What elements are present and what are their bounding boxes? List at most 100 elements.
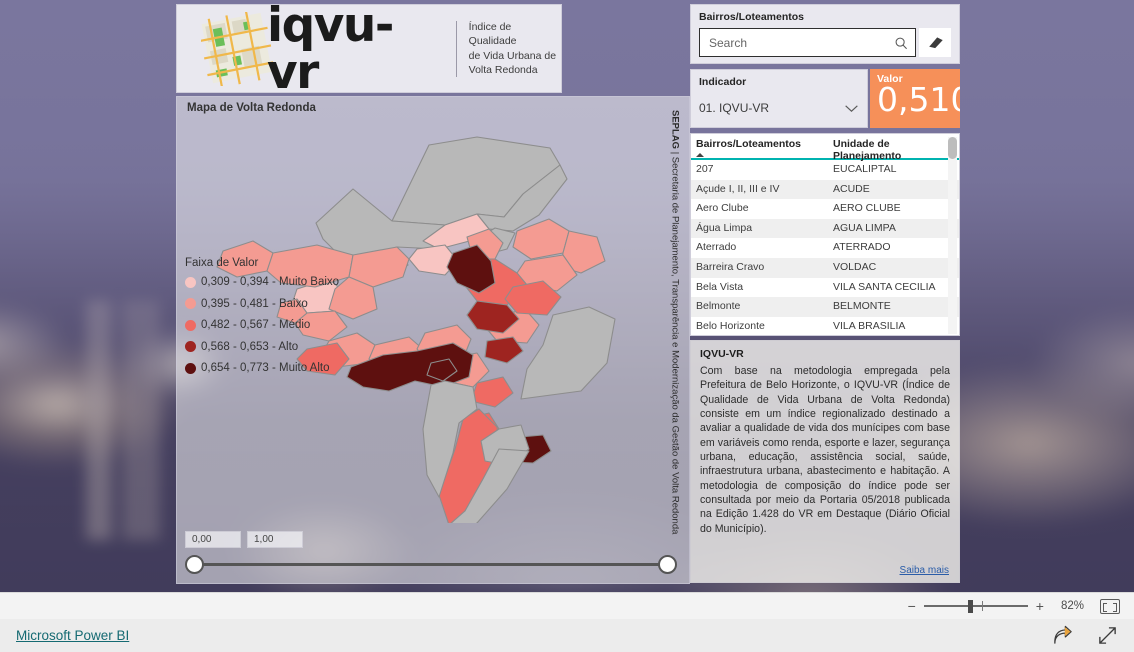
legend-swatch-alto [185, 341, 196, 352]
table-row[interactable]: Belo Horizonte VILA BRASILIA [691, 317, 959, 335]
legend-item[interactable]: 0,654 - 0,773 - Muito Alto [185, 362, 339, 374]
cell-bairro: Bela Vista [696, 280, 744, 293]
legend-swatch-muito-alto [185, 362, 196, 374]
value-range-slider[interactable]: 0,00 1,00 [185, 531, 677, 575]
legend-item[interactable]: 0,482 - 0,567 - Médio [185, 319, 339, 331]
table-body[interactable]: 207 EUCALIPTAL Açude I, II, III e IV ACU… [691, 160, 959, 335]
description-body: Com base na metodologia empregada pela P… [700, 365, 950, 535]
valor-card-value: 0,510 [877, 80, 960, 119]
valor-kpi-card: Valor 0,510 [870, 69, 960, 128]
cell-bairro: Barreira Cravo [696, 260, 765, 273]
search-slicer-title: Bairros/Loteamentos [699, 11, 805, 23]
table-row[interactable]: Aterrado ATERRADO [691, 238, 959, 258]
seplag-acronym: SEPLAG [669, 110, 681, 150]
table-row[interactable]: Água Limpa AGUA LIMPA [691, 218, 959, 239]
cell-bairro: Belo Horizonte [696, 319, 765, 332]
cell-unidade: BELMONTE [833, 300, 891, 313]
map-legend: Faixa de Valor 0,309 - 0,394 - Muito Bai… [185, 257, 339, 384]
cell-unidade: VOLDAC [833, 260, 877, 273]
saiba-mais-link[interactable]: Saiba mais [900, 565, 949, 576]
table-row[interactable]: Aero Clube AERO CLUBE [691, 199, 959, 219]
seplag-text: | Secretaria de Planejamento, Transparên… [669, 149, 681, 535]
report-canvas: iqvu-vr Índice de Qualidade de Vida Urba… [0, 0, 1134, 592]
logo-subtitle: Índice de Qualidade de Vida Urbana de Vo… [468, 20, 557, 76]
search-input[interactable] [707, 34, 894, 51]
seplag-vertical-credit: SEPLAG | Secretaria de Planejamento, Tra… [663, 110, 687, 580]
map-visual[interactable]: Mapa de Volta Redonda Faixa de Valor 0,3… [176, 96, 690, 584]
eraser-icon [928, 37, 943, 49]
description-title: IQVU-VR [700, 348, 744, 360]
legend-title: Faixa de Valor [185, 257, 259, 269]
table-row[interactable]: Barreira Cravo VOLDAC [691, 257, 959, 278]
city-map-logo-icon [201, 11, 273, 86]
table-scrollbar[interactable] [948, 137, 957, 334]
search-box[interactable] [699, 28, 916, 57]
table-column-header-unidade[interactable]: Unidade de Planejamento [828, 134, 946, 162]
zoom-bar: − + 82% [0, 592, 1134, 619]
legend-label: 0,309 - 0,394 - Muito Baixo [201, 276, 340, 288]
cell-unidade: AGUA LIMPA [833, 221, 896, 234]
share-icon[interactable] [1052, 625, 1073, 646]
indicator-slicer: Indicador 01. IQVU-VR [690, 69, 868, 128]
legend-label: 0,395 - 0,481 - Baixo [201, 297, 308, 310]
slider-value-boxes: 0,00 1,00 [185, 531, 677, 548]
slider-track[interactable] [185, 555, 677, 575]
table-row[interactable]: 207 EUCALIPTAL [691, 160, 959, 180]
table-row[interactable]: Bela Vista VILA SANTA CECILIA [691, 278, 959, 298]
indicator-dropdown[interactable]: 01. IQVU-VR [699, 96, 859, 120]
zoom-percent-label: 82% [1060, 600, 1084, 612]
map-title: Mapa de Volta Redonda [187, 102, 316, 114]
cell-unidade: AERO CLUBE [833, 202, 901, 215]
legend-swatch-muito-baixo [185, 276, 196, 288]
cell-unidade: ACUDE [833, 182, 870, 195]
microsoft-power-bi-link[interactable]: Microsoft Power BI [16, 628, 129, 643]
logo-divider [455, 20, 457, 77]
legend-swatch-medio [185, 319, 196, 331]
fit-to-page-icon[interactable] [1100, 598, 1120, 614]
cell-bairro: Açude I, II, III e IV [696, 182, 780, 195]
legend-label: 0,568 - 0,653 - Alto [201, 340, 299, 353]
clear-selection-button[interactable] [919, 28, 951, 57]
cell-unidade: VILA BRASILIA [833, 319, 906, 332]
legend-item[interactable]: 0,568 - 0,653 - Alto [185, 341, 339, 353]
cell-bairro: Aero Clube [696, 202, 749, 215]
zoom-in-button[interactable]: + [1031, 598, 1049, 614]
neighborhoods-table[interactable]: Bairros/Loteamentos Unidade de Planejame… [690, 133, 960, 336]
legend-item[interactable]: 0,395 - 0,481 - Baixo [185, 298, 339, 310]
table-scrollbar-thumb[interactable] [948, 137, 957, 159]
table-row[interactable]: Belmonte BELMONTE [691, 297, 959, 317]
zoom-slider[interactable] [923, 599, 1028, 613]
power-bi-report-page: iqvu-vr Índice de Qualidade de Vida Urba… [0, 0, 1134, 652]
legend-label: 0,482 - 0,567 - Médio [201, 319, 311, 331]
chevron-down-icon[interactable] [844, 104, 859, 113]
cell-unidade: VILA SANTA CECILIA [833, 280, 936, 293]
legend-item[interactable]: 0,309 - 0,394 - Muito Baixo [185, 276, 339, 288]
search-row [699, 28, 951, 57]
zoom-slider-tick [981, 601, 983, 611]
zoom-out-button[interactable]: − [903, 598, 921, 614]
table-column-header-bairros[interactable]: Bairros/Loteamentos [691, 134, 828, 158]
magnifier-icon[interactable] [894, 36, 908, 50]
cell-unidade: EUCALIPTAL [833, 163, 897, 175]
slider-min-value[interactable]: 0,00 [185, 531, 241, 548]
zoom-slider-line [923, 605, 1028, 607]
footer-actions [1052, 625, 1118, 646]
sort-ascending-icon [696, 153, 704, 157]
cell-bairro: Água Limpa [696, 221, 753, 234]
zoom-slider-thumb[interactable] [967, 600, 973, 613]
slider-max-value[interactable]: 1,00 [247, 531, 303, 548]
cell-bairro: Aterrado [696, 241, 737, 254]
neighborhood-search-slicer: Bairros/Loteamentos [690, 4, 960, 64]
indicator-selected-value: 01. IQVU-VR [699, 101, 770, 115]
indicator-slicer-title: Indicador [699, 76, 747, 88]
fullscreen-icon[interactable] [1097, 625, 1118, 646]
description-card: IQVU-VR Com base na metodologia empregad… [690, 340, 960, 583]
legend-label: 0,654 - 0,773 - Muito Alto [201, 362, 330, 374]
logo-wordmark: iqvu-vr [267, 0, 394, 100]
logo-banner: iqvu-vr Índice de Qualidade de Vida Urba… [176, 0, 562, 100]
cell-bairro: 207 [696, 163, 714, 175]
table-row[interactable]: Açude I, II, III e IV ACUDE [691, 179, 959, 200]
table-header-row: Bairros/Loteamentos Unidade de Planejame… [691, 134, 959, 162]
slider-handle-left[interactable] [185, 555, 204, 574]
legend-swatch-baixo [185, 298, 196, 309]
